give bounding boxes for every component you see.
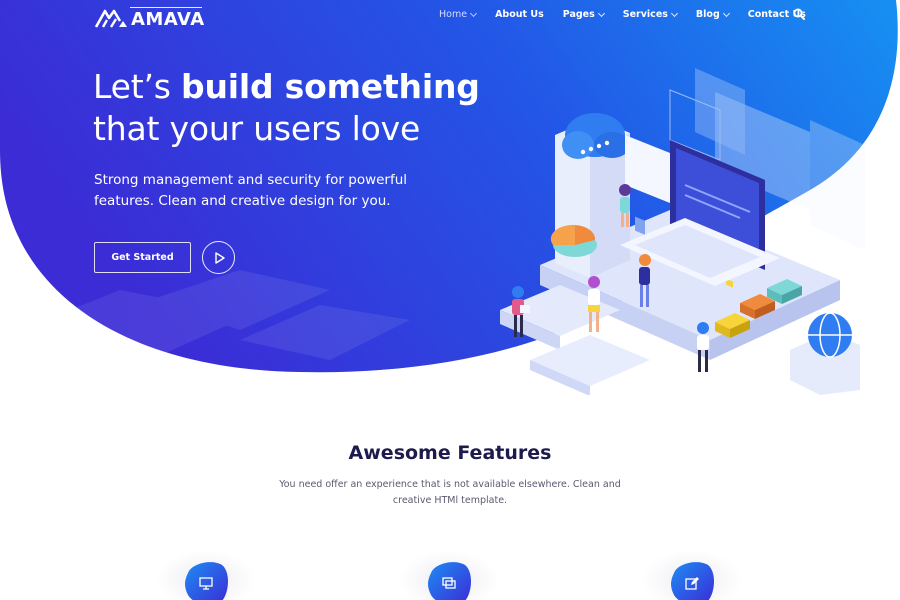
nav-item-home[interactable]: Home xyxy=(439,9,478,20)
nav-item-label: Pages xyxy=(562,9,595,20)
nav-item-pages[interactable]: Pages xyxy=(562,9,605,20)
brand-logo[interactable]: AMAVA xyxy=(94,5,205,31)
nav-item-label: Home xyxy=(439,9,468,20)
hero-title-line2: that your users love xyxy=(93,109,421,148)
brand-name: AMAVA xyxy=(131,8,205,30)
play-video-button[interactable] xyxy=(202,241,235,274)
logo-underline xyxy=(130,7,202,8)
hero-illustration xyxy=(500,68,865,395)
play-icon xyxy=(214,251,225,264)
presentation-icon xyxy=(199,577,213,590)
chevron-down-icon xyxy=(722,9,730,17)
hero-title-bold: build something xyxy=(181,67,480,106)
nav-item-blog[interactable]: Blog xyxy=(695,9,730,20)
search-icon[interactable] xyxy=(793,8,805,20)
chevron-down-icon xyxy=(670,9,678,17)
nav-item-label: Services xyxy=(622,9,668,20)
features-description: You need offer an experience that is not… xyxy=(279,479,621,506)
nav-item-label: About Us xyxy=(495,9,544,20)
feature-card[interactable] xyxy=(389,545,509,600)
hero-title: Let’s build something that your users lo… xyxy=(93,66,480,150)
nav-item-label: Blog xyxy=(695,9,720,20)
edit-icon xyxy=(685,577,699,590)
feature-card[interactable] xyxy=(632,545,752,600)
chevron-down-icon xyxy=(470,9,478,17)
feature-card[interactable] xyxy=(146,545,266,600)
windows-icon xyxy=(442,577,456,589)
nav-item-services[interactable]: Services xyxy=(622,9,678,20)
hero-title-part1: Let’s xyxy=(93,67,182,106)
hero-subtitle: Strong management and security for power… xyxy=(94,172,408,209)
navbar: AMAVA Home About Us Pages Services Blog … xyxy=(0,0,900,36)
nav-item-about[interactable]: About Us xyxy=(495,9,544,20)
logo-mark-icon xyxy=(94,9,127,28)
main-nav: Home About Us Pages Services Blog Contac… xyxy=(439,9,825,20)
features-title: Awesome Features xyxy=(348,442,552,464)
chevron-down-icon xyxy=(597,9,605,17)
get-started-button[interactable]: Get Started xyxy=(94,242,191,273)
